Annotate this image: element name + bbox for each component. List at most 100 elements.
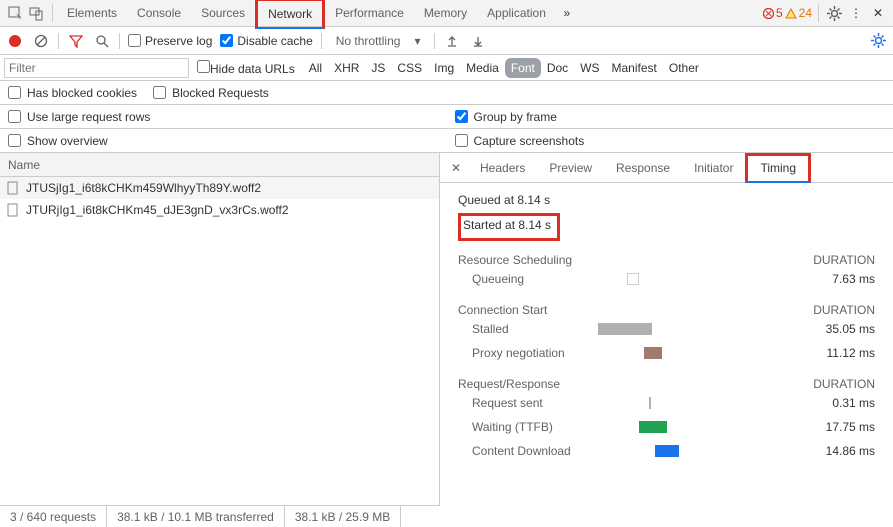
type-css[interactable]: CSS <box>391 58 428 78</box>
download-icon[interactable] <box>469 32 487 50</box>
status-bar: 3 / 640 requests 38.1 kB / 10.1 MB trans… <box>0 505 440 527</box>
tab-network[interactable]: Network <box>255 0 325 29</box>
timing-value: 17.75 ms <box>826 420 875 434</box>
timing-stalled: Stalled35.05 ms <box>458 317 875 341</box>
capture-screenshots-checkbox[interactable] <box>455 134 468 147</box>
type-font[interactable]: Font <box>505 58 541 78</box>
separator <box>58 33 59 49</box>
status-requests: 3 / 640 requests <box>0 506 107 527</box>
tab-sources[interactable]: Sources <box>191 0 255 26</box>
timing-label: Stalled <box>472 322 509 336</box>
blocked-requests-label: Blocked Requests <box>172 86 269 100</box>
type-js[interactable]: JS <box>365 58 391 78</box>
show-overview-checkbox[interactable] <box>8 134 21 147</box>
file-icon <box>6 203 20 217</box>
preserve-log-label: Preserve log <box>145 34 212 48</box>
close-icon[interactable]: ✕ <box>867 2 889 24</box>
duration-header: DURATION <box>813 303 875 317</box>
column-header-name[interactable]: Name <box>0 153 439 177</box>
separator <box>321 33 322 49</box>
type-xhr[interactable]: XHR <box>328 58 365 78</box>
preserve-log[interactable]: Preserve log <box>128 34 212 48</box>
duration-header: DURATION <box>813 253 875 267</box>
separator <box>818 4 819 22</box>
timing-label: Request sent <box>472 396 543 410</box>
more-tabs-icon[interactable]: » <box>556 2 578 24</box>
group-frame-checkbox[interactable] <box>455 110 468 123</box>
timing-ttfb: Waiting (TTFB) 17.75 ms <box>458 415 875 439</box>
type-manifest[interactable]: Manifest <box>606 58 663 78</box>
type-filters: All XHR JS CSS Img Media Font Doc WS Man… <box>303 58 705 78</box>
blocked-requests-checkbox[interactable] <box>153 86 166 99</box>
timing-label: Content Download <box>472 444 571 458</box>
timing-bar <box>644 347 662 359</box>
details-panel: ✕ Headers Preview Response Initiator Tim… <box>440 153 893 505</box>
disable-cache-checkbox[interactable] <box>220 34 233 47</box>
type-other[interactable]: Other <box>663 58 705 78</box>
filter-icon[interactable] <box>67 32 85 50</box>
type-img[interactable]: Img <box>428 58 460 78</box>
filter-input[interactable] <box>4 58 189 78</box>
table-row[interactable]: JTUSjIg1_i6t8kCHKm459WlhyyTh89Y.woff2 <box>0 177 439 199</box>
kebab-icon[interactable]: ⋮ <box>845 2 867 24</box>
gear-icon[interactable] <box>823 2 845 24</box>
device-icon[interactable] <box>26 2 48 24</box>
hide-data-urls-checkbox[interactable] <box>197 60 210 73</box>
display-opts-row1: Use large request rows Group by frame <box>0 105 893 129</box>
tab-memory[interactable]: Memory <box>414 0 477 26</box>
display-opts-row2: Show overview Capture screenshots <box>0 129 893 153</box>
dtab-preview[interactable]: Preview <box>537 153 604 183</box>
chevron-down-icon: ▾ <box>414 34 420 48</box>
duration-header: DURATION <box>813 377 875 391</box>
close-details-icon[interactable]: ✕ <box>444 161 468 175</box>
tab-elements[interactable]: Elements <box>57 0 127 26</box>
clear-icon[interactable] <box>32 32 50 50</box>
throttling-select[interactable]: No throttling▾ <box>330 32 427 50</box>
tab-application[interactable]: Application <box>477 0 556 26</box>
timing-value: 11.12 ms <box>827 346 875 360</box>
disable-cache-label: Disable cache <box>237 34 312 48</box>
large-rows-label: Use large request rows <box>27 110 150 124</box>
settings-gear-icon[interactable] <box>869 32 887 50</box>
file-icon <box>6 181 20 195</box>
inspect-icon[interactable] <box>4 2 26 24</box>
record-icon[interactable] <box>6 32 24 50</box>
tab-performance[interactable]: Performance <box>325 0 414 26</box>
search-icon[interactable] <box>93 32 111 50</box>
dtab-headers[interactable]: Headers <box>468 153 537 183</box>
tab-console[interactable]: Console <box>127 0 191 26</box>
type-all[interactable]: All <box>303 58 328 78</box>
preserve-log-checkbox[interactable] <box>128 34 141 47</box>
timing-queueing: Queueing7.63 ms <box>458 267 875 291</box>
large-rows[interactable]: Use large request rows <box>8 110 150 124</box>
section-request: Request/ResponseDURATION <box>458 377 875 391</box>
dtab-response[interactable]: Response <box>604 153 682 183</box>
devtools-tabbar: Elements Console Sources Network Perform… <box>0 0 893 27</box>
disable-cache[interactable]: Disable cache <box>220 34 312 48</box>
request-name: JTURjIg1_i6t8kCHKm45_dJE3gnD_vx3rCs.woff… <box>26 203 289 217</box>
large-rows-checkbox[interactable] <box>8 110 21 123</box>
group-frame[interactable]: Group by frame <box>455 110 557 124</box>
blocked-cookies[interactable]: Has blocked cookies <box>8 86 137 100</box>
dtab-timing[interactable]: Timing <box>745 153 811 183</box>
timing-value: 14.86 ms <box>826 444 875 458</box>
separator <box>119 33 120 49</box>
status-transferred: 38.1 kB / 10.1 MB transferred <box>107 506 285 527</box>
hide-data-urls[interactable]: Hide data URLs <box>197 60 295 76</box>
timing-label: Waiting (TTFB) <box>472 420 553 434</box>
warning-badge[interactable]: 24 <box>785 6 812 20</box>
hide-data-urls-label: Hide data URLs <box>210 62 295 76</box>
type-ws[interactable]: WS <box>574 58 605 78</box>
show-overview[interactable]: Show overview <box>8 134 108 148</box>
type-doc[interactable]: Doc <box>541 58 574 78</box>
upload-icon[interactable] <box>443 32 461 50</box>
dtab-initiator[interactable]: Initiator <box>682 153 745 183</box>
table-row[interactable]: JTURjIg1_i6t8kCHKm45_dJE3gnD_vx3rCs.woff… <box>0 199 439 221</box>
blocked-cookies-label: Has blocked cookies <box>27 86 137 100</box>
capture-screenshots[interactable]: Capture screenshots <box>455 134 585 148</box>
blocked-requests[interactable]: Blocked Requests <box>153 86 269 100</box>
type-media[interactable]: Media <box>460 58 505 78</box>
error-badge[interactable]: 5 <box>763 6 783 20</box>
request-name: JTUSjIg1_i6t8kCHKm459WlhyyTh89Y.woff2 <box>26 181 261 195</box>
blocked-cookies-checkbox[interactable] <box>8 86 21 99</box>
